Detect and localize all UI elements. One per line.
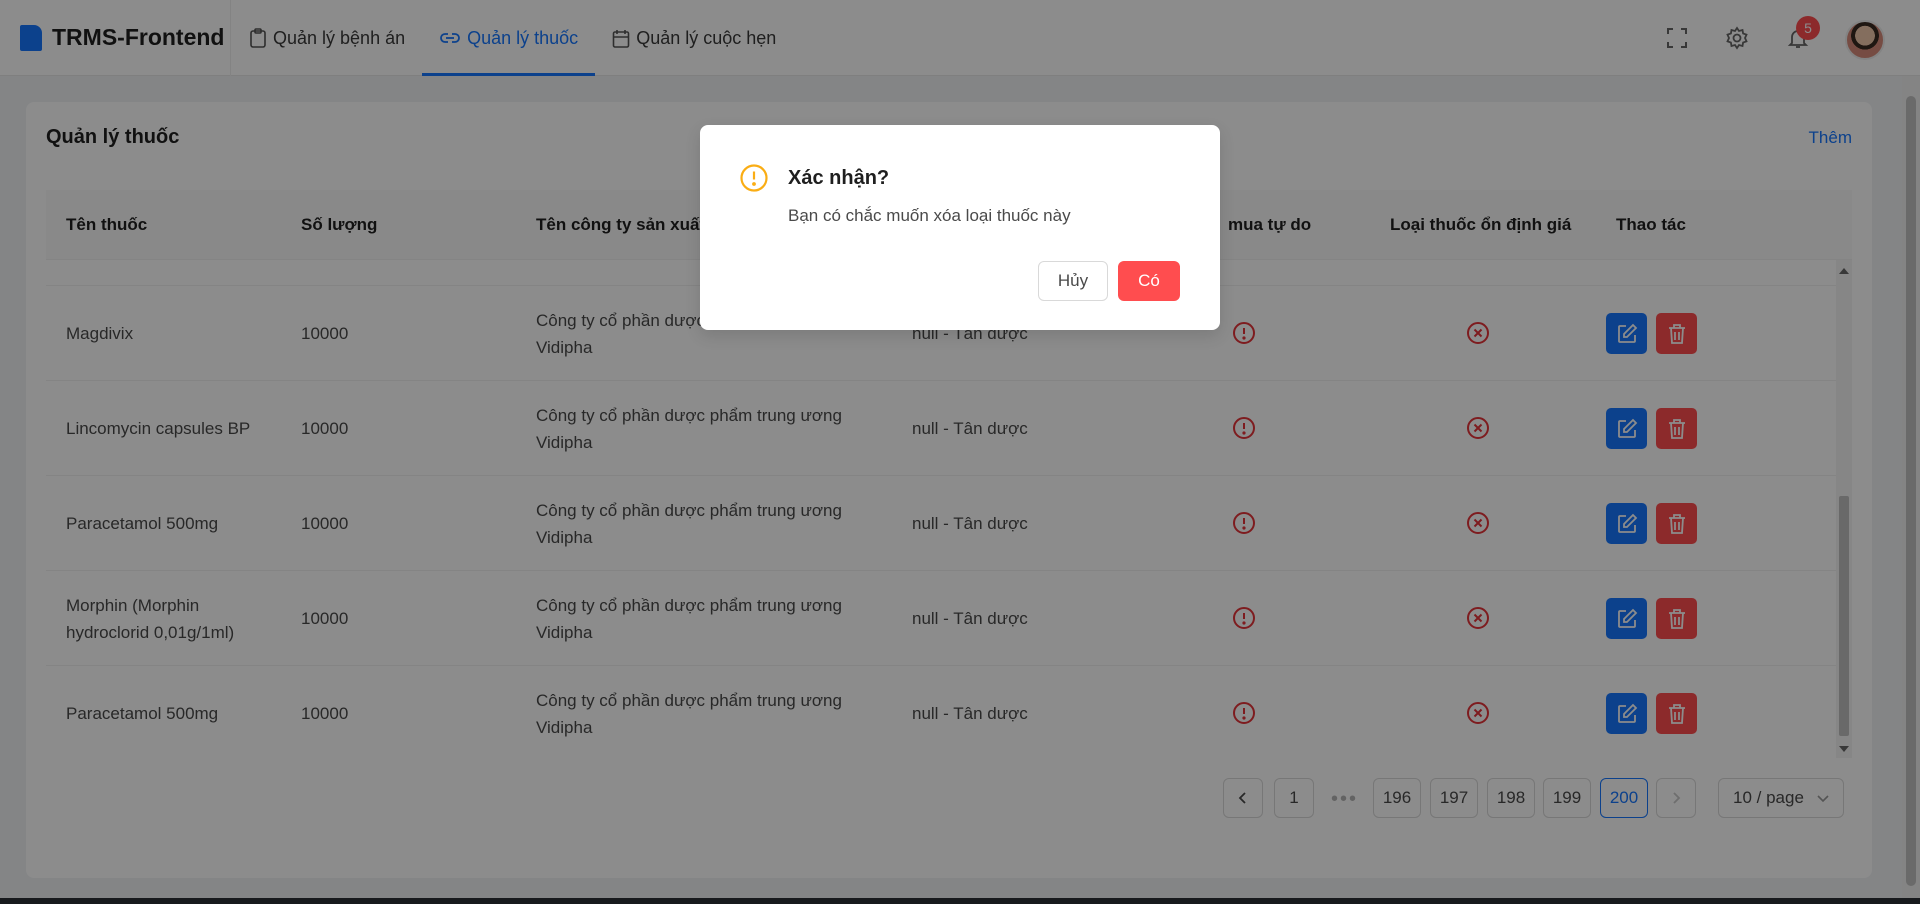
dialog-title: Xác nhận? [788,167,890,189]
confirm-button[interactable]: Có [1118,261,1180,301]
dialog-message: Bạn có chắc muốn xóa loại thuốc này [788,206,1071,225]
confirm-dialog: Xác nhận? Bạn có chắc muốn xóa loại thuố… [700,125,1220,330]
cancel-button[interactable]: Hủy [1038,261,1108,301]
exclamation-circle-icon [740,164,768,192]
